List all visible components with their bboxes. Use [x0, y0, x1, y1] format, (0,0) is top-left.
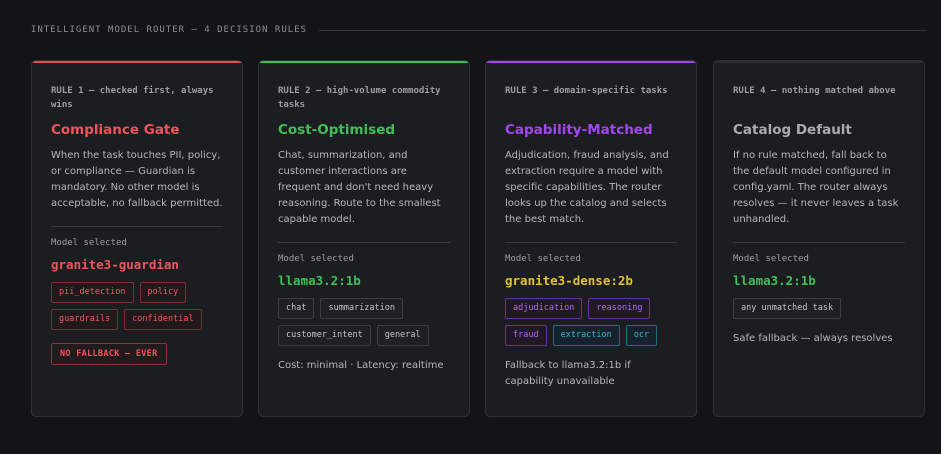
tag-list: pii_detection policy guardrails confiden…: [51, 282, 223, 330]
tag: fraud: [505, 325, 547, 346]
tag-list: any unmatched task: [733, 298, 905, 319]
rule-label: RULE 4 — nothing matched above: [733, 86, 896, 96]
card-title: Cost-Optimised: [278, 122, 396, 138]
tag: general: [376, 325, 429, 346]
page-header: INTELLIGENT MODEL ROUTER — 4 DECISION RU…: [31, 22, 927, 38]
rule-card-default: RULE 4 — nothing matched above Catalog D…: [713, 60, 925, 417]
card-title: Compliance Gate: [51, 122, 180, 138]
tag: guardrails: [51, 309, 119, 330]
card-title: Capability-Matched: [505, 122, 653, 138]
rule-card-compliance: RULE 1 — checked first, always wins Comp…: [31, 60, 243, 417]
tag-list: adjudication reasoning fraud extraction …: [505, 298, 677, 346]
tag: extraction: [552, 325, 620, 346]
rule-label: RULE 3 — domain-specific tasks: [505, 86, 668, 96]
tag: summarization: [320, 298, 404, 319]
page-title: INTELLIGENT MODEL ROUTER — 4 DECISION RU…: [31, 25, 307, 35]
safe-fallback-note: Safe fallback — always resolves: [733, 333, 893, 344]
model-label: Model selected: [51, 238, 127, 248]
tag-list: chat summarization customer_intent gener…: [278, 298, 450, 346]
tag: any unmatched task: [733, 298, 842, 319]
header-divider: [319, 29, 927, 31]
tag: chat: [278, 298, 315, 319]
model-name: llama3.2:1b: [733, 273, 816, 288]
card-divider: [51, 226, 223, 227]
model-label: Model selected: [505, 254, 581, 264]
card-divider: [278, 242, 450, 243]
model-name: granite3-dense:2b: [505, 273, 633, 288]
tag: adjudication: [505, 298, 583, 319]
tag: reasoning: [588, 298, 651, 319]
model-label: Model selected: [733, 254, 809, 264]
card-title: Catalog Default: [733, 122, 852, 138]
rule-label: RULE 1 — checked first, always wins: [51, 86, 214, 110]
tag: confidential: [124, 309, 202, 330]
rule-card-cost: RULE 2 — high-volume commodity tasks Cos…: [258, 60, 470, 417]
card-accent-bar: [259, 61, 469, 63]
no-fallback-badge: NO FALLBACK — EVER: [51, 343, 167, 365]
model-label: Model selected: [278, 254, 354, 264]
card-accent-bar: [32, 61, 242, 63]
tag: pii_detection: [51, 282, 134, 303]
tag: ocr: [625, 325, 658, 346]
card-description: When the task touches PII, policy, or co…: [51, 150, 223, 209]
card-description: Adjudication, fraud analysis, and extrac…: [505, 150, 669, 225]
card-accent-bar: [714, 61, 924, 63]
fallback-note: Fallback to llama3.2:1b if capability un…: [505, 360, 631, 387]
card-description: If no rule matched, fall back to the def…: [733, 150, 899, 225]
rule-label: RULE 2 — high-volume commodity tasks: [278, 86, 441, 110]
card-description: Chat, summarization, and customer intera…: [278, 150, 441, 225]
tag: policy: [139, 282, 187, 303]
card-accent-bar: [486, 61, 696, 63]
cost-latency-note: Cost: minimal · Latency: realtime: [278, 360, 444, 371]
card-divider: [505, 242, 677, 243]
tag: customer_intent: [278, 325, 371, 346]
model-name: granite3-guardian: [51, 257, 179, 272]
card-divider: [733, 242, 905, 243]
model-name: llama3.2:1b: [278, 273, 361, 288]
rule-card-capability: RULE 3 — domain-specific tasks Capabilit…: [485, 60, 697, 417]
